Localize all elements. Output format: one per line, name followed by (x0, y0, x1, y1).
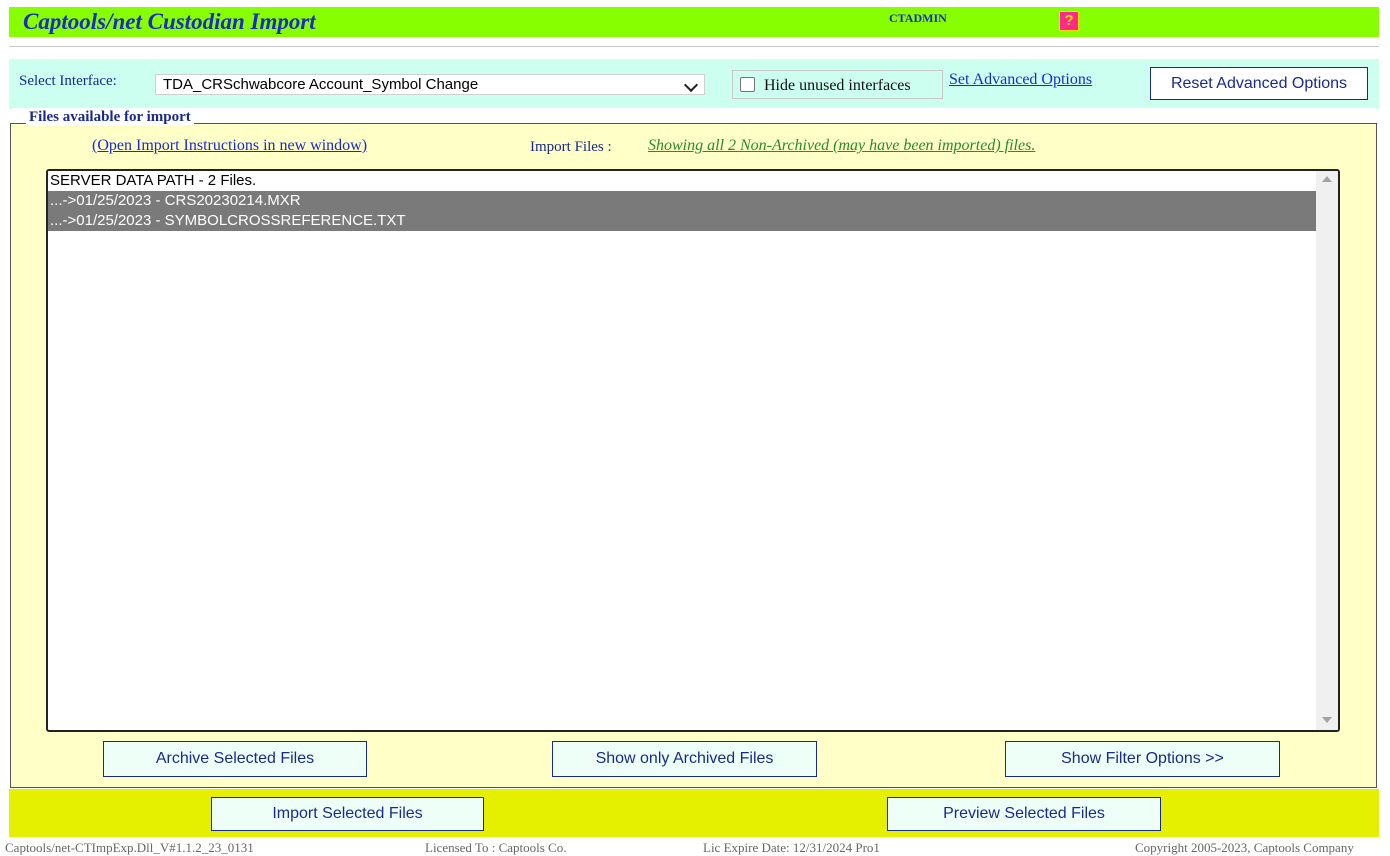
list-item[interactable]: ...->01/25/2023 - SYMBOLCROSSREFERENCE.T… (48, 211, 1316, 231)
show-filter-options-button[interactable]: Show Filter Options >> (1005, 741, 1280, 777)
legend-gap (12, 108, 1376, 123)
archive-selected-files-button[interactable]: Archive Selected Files (103, 741, 367, 777)
list-item[interactable]: ...->01/25/2023 - CRS20230214.MXR (48, 191, 1316, 211)
scroll-down-icon[interactable] (1322, 717, 1332, 723)
hide-unused-label: Hide unused interfaces (764, 77, 911, 94)
footer-expire: Lic Expire Date: 12/31/2024 Pro1 (703, 840, 880, 855)
file-listbox[interactable]: SERVER DATA PATH - 2 Files. ...->01/25/2… (46, 169, 1340, 732)
hide-unused-toggle[interactable]: Hide unused interfaces (732, 70, 943, 99)
help-icon[interactable]: ? (1059, 11, 1079, 31)
interface-select-value: TDA_CRSchwabcore Account_Symbol Change (163, 76, 479, 93)
list-header-row[interactable]: SERVER DATA PATH - 2 Files. (48, 171, 1316, 191)
import-files-label: Import Files : (530, 139, 612, 155)
hide-unused-checkbox[interactable] (740, 77, 755, 92)
user-name: CTADMIN (889, 11, 947, 25)
show-archived-files-button[interactable]: Show only Archived Files (552, 741, 817, 777)
header-divider (9, 46, 1379, 47)
list-scrollbar[interactable] (1316, 171, 1338, 730)
chevron-down-icon (683, 77, 699, 93)
import-selected-files-button[interactable]: Import Selected Files (211, 797, 484, 831)
import-instructions-link[interactable]: (Open Import Instructions in new window) (92, 137, 367, 155)
app-title: Captools/net Custodian Import (23, 9, 316, 34)
interface-bar: Select Interface: TDA_CRSchwabcore Accou… (9, 59, 1379, 109)
preview-selected-files-button[interactable]: Preview Selected Files (887, 797, 1161, 831)
footer-version: Captools/net-CTImpExp.Dll_V#1.1.2_23_013… (5, 840, 254, 855)
file-status-link[interactable]: Showing all 2 Non-Archived (may have bee… (648, 137, 1035, 155)
files-legend: Files available for import (26, 109, 194, 126)
footer-copyright: Copyright 2005-2023, Captools Company (1135, 840, 1354, 855)
interface-select[interactable]: TDA_CRSchwabcore Account_Symbol Change (155, 74, 705, 95)
footer-licensed: Licensed To : Captools Co. (425, 840, 567, 855)
header-bar: Captools/net Custodian Import CTADMIN ? (9, 7, 1379, 37)
scroll-up-icon[interactable] (1322, 176, 1332, 182)
interface-label: Select Interface: (19, 73, 117, 89)
reset-advanced-options-button[interactable]: Reset Advanced Options (1150, 67, 1368, 100)
set-advanced-options-link[interactable]: Set Advanced Options (949, 71, 1092, 89)
